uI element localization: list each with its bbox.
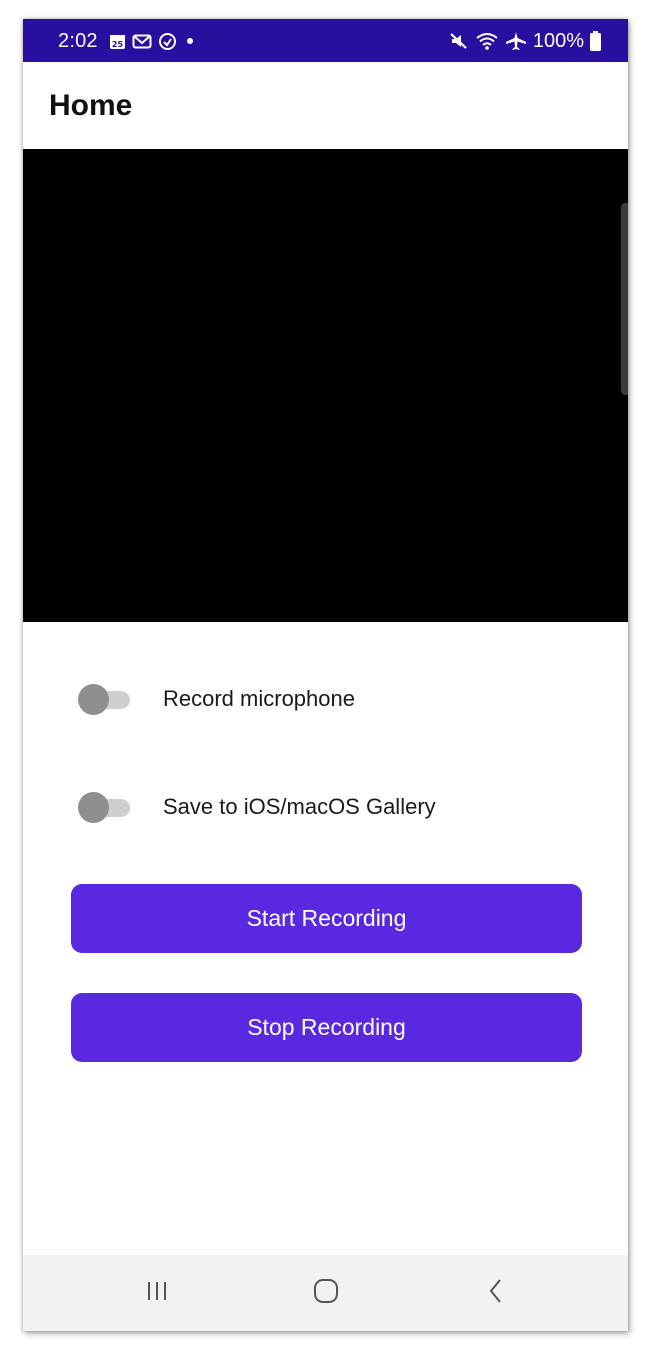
navigation-bar: [23, 1255, 628, 1331]
switch-thumb: [78, 792, 109, 823]
record-microphone-label: Record microphone: [163, 686, 355, 711]
system-status: 100%: [449, 29, 601, 53]
notification-icons: 25: [109, 30, 197, 52]
recent-apps-icon: [145, 1279, 169, 1308]
home-icon: [312, 1277, 340, 1310]
dot-icon: [183, 34, 197, 48]
status-time: 2:02: [58, 30, 98, 52]
battery-level: 100%: [532, 29, 584, 52]
svg-text:25: 25: [112, 40, 124, 49]
mute-icon: [449, 31, 469, 51]
back-button[interactable]: [474, 1275, 518, 1311]
recent-apps-button[interactable]: [135, 1275, 179, 1311]
sync-icon: [158, 32, 177, 51]
home-button[interactable]: [304, 1275, 348, 1311]
status-bar: 2:02 25 100%: [23, 19, 628, 62]
save-to-gallery-label: Save to iOS/macOS Gallery: [163, 794, 436, 819]
start-recording-button[interactable]: Start Recording: [71, 884, 582, 953]
calendar-icon: 25: [109, 33, 126, 50]
app-bar: Home: [23, 62, 628, 149]
save-to-gallery-option[interactable]: Save to iOS/macOS Gallery: [78, 787, 436, 827]
back-icon: [486, 1277, 506, 1310]
record-microphone-option[interactable]: Record microphone: [78, 679, 355, 719]
battery-icon: [590, 31, 601, 51]
phone-screen: 2:02 25 100% Home Record microphone Save…: [23, 19, 628, 1331]
gmail-icon: [132, 33, 152, 50]
recording-preview: [23, 149, 628, 622]
stop-recording-button[interactable]: Stop Recording: [71, 993, 582, 1062]
page-title: Home: [49, 89, 133, 122]
wifi-icon: [475, 31, 499, 51]
record-microphone-switch[interactable]: [78, 683, 130, 715]
airplane-icon: [505, 31, 527, 51]
save-to-gallery-switch[interactable]: [78, 791, 130, 823]
edge-panel-handle[interactable]: [621, 203, 628, 395]
switch-thumb: [78, 684, 109, 715]
